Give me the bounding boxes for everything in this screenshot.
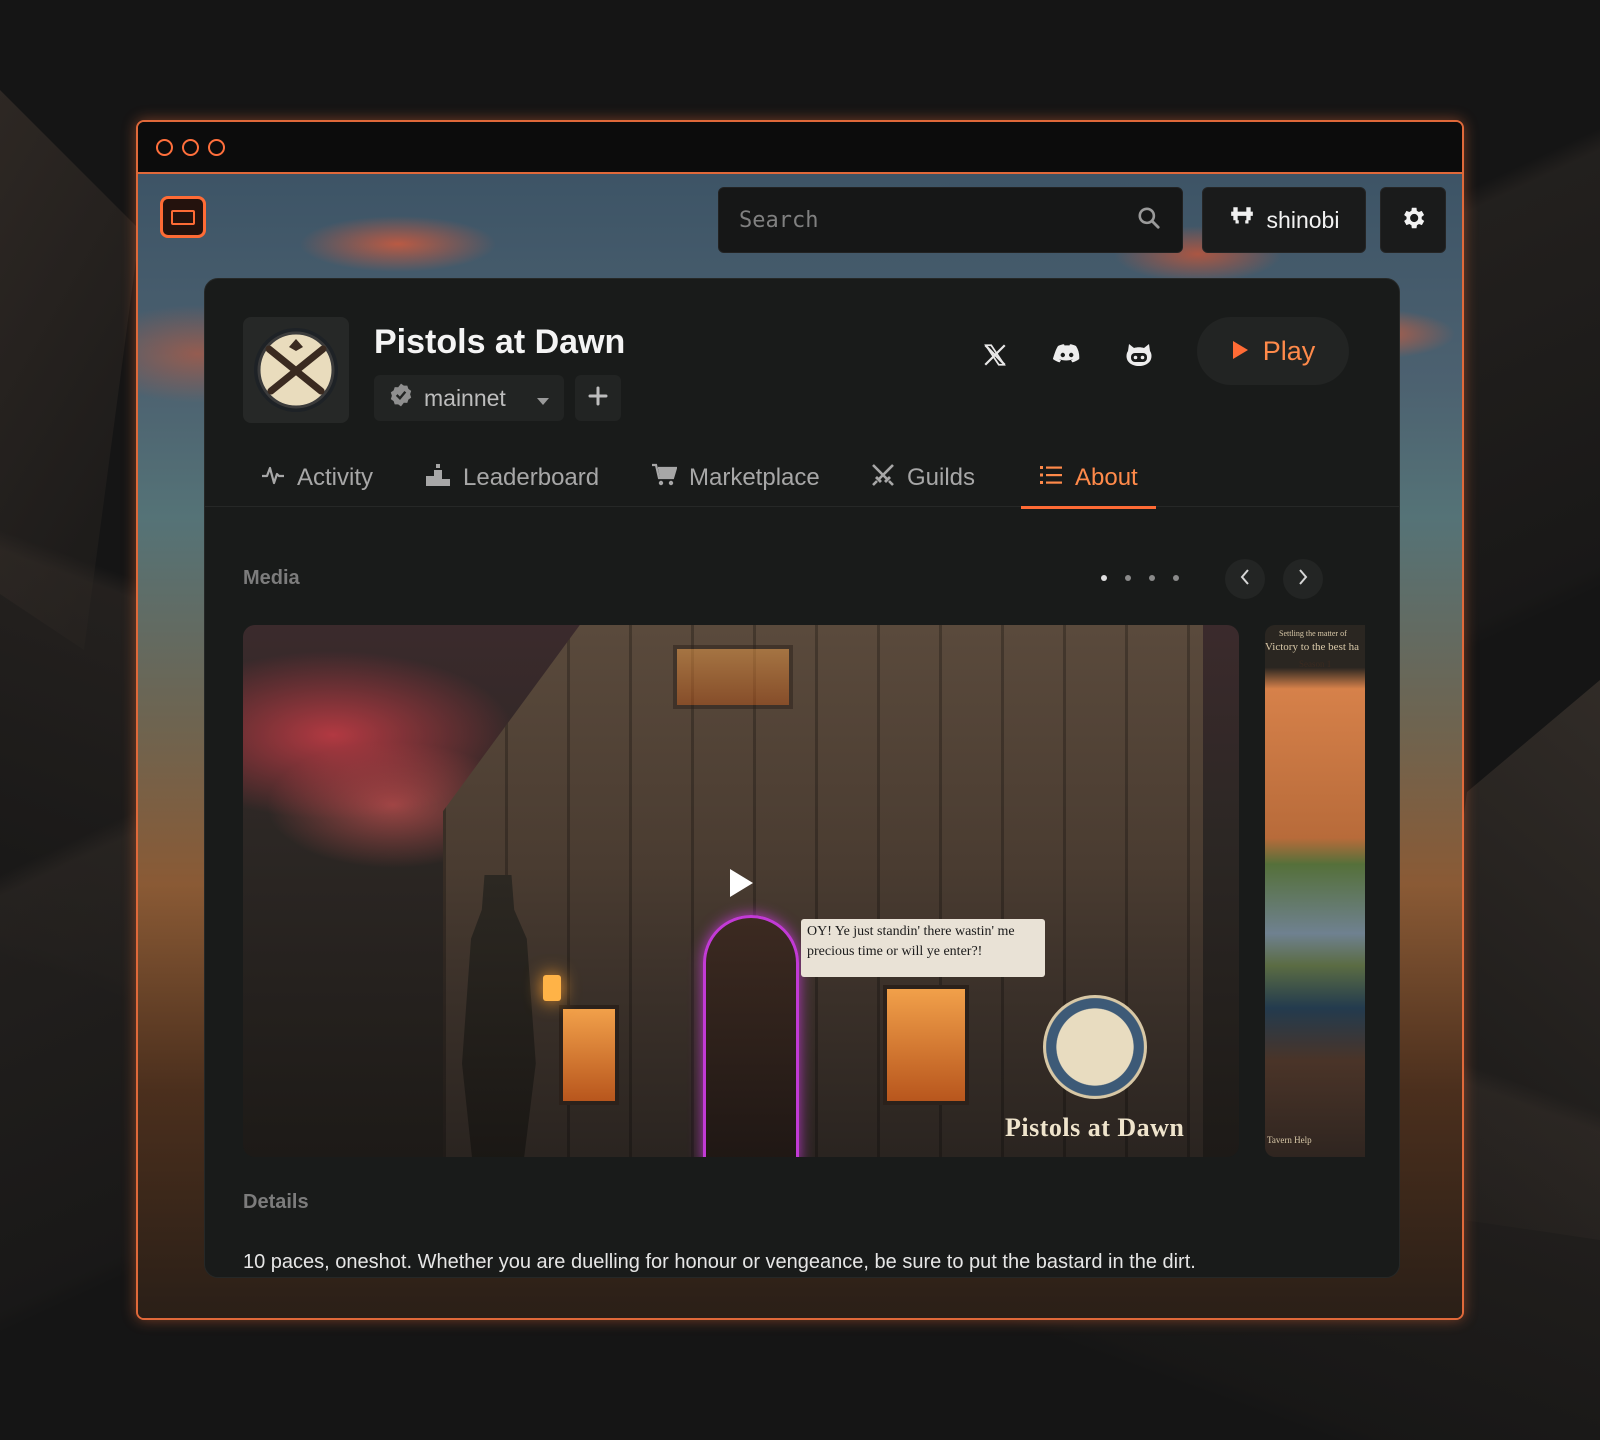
app-window: shinobi Pistols at Dawn: [136, 120, 1464, 1320]
tab-leaderboard[interactable]: Leaderboard: [425, 449, 599, 507]
search-bar: [718, 187, 1183, 253]
chevron-down-icon: [536, 385, 550, 412]
play-button[interactable]: Play: [1197, 317, 1349, 385]
controller-icon: [1229, 204, 1255, 236]
tavern-window: [673, 645, 793, 709]
tab-label: Leaderboard: [463, 464, 600, 491]
thumb-caption: Victory to the best ha: [1265, 641, 1360, 653]
crossed-swords-icon: [871, 463, 895, 494]
x-icon[interactable]: [971, 331, 1019, 379]
details-description: 10 paces, oneshot. Whether you are duell…: [243, 1251, 1196, 1273]
carousel-dot[interactable]: [1149, 575, 1155, 581]
carousel-dot[interactable]: [1101, 575, 1107, 581]
play-triangle-icon: [1231, 336, 1249, 367]
game-icon: [243, 317, 349, 423]
media-video-preview[interactable]: OY! Ye just standin' there wastin' me pr…: [243, 625, 1239, 1157]
chevron-right-icon: [1297, 568, 1309, 591]
search-input[interactable]: [739, 207, 1136, 233]
details-section-label: Details: [243, 1191, 309, 1213]
tab-label: Activity: [297, 464, 374, 491]
chevron-left-icon: [1239, 568, 1251, 591]
thumb-caption: Settling the matter of: [1279, 629, 1347, 638]
carousel-prev-button[interactable]: [1225, 559, 1265, 599]
add-network-button[interactable]: [575, 375, 621, 421]
tab-activity[interactable]: Activity: [261, 449, 373, 507]
list-icon: [1039, 464, 1063, 493]
carousel-pagination: [1101, 575, 1179, 581]
speech-bubble: OY! Ye just standin' there wastin' me pr…: [801, 919, 1045, 977]
network-label: mainnet: [424, 384, 506, 411]
network-select[interactable]: mainnet: [374, 375, 564, 421]
window-minimize-button[interactable]: [182, 138, 199, 156]
verified-badge-icon: [388, 382, 414, 414]
lantern: [543, 975, 561, 1001]
media-section-label: Media: [243, 567, 300, 589]
tab-bar: Activity Leaderboard Marketplace Guilds …: [205, 449, 1399, 509]
tab-label: Guilds: [907, 464, 976, 491]
tab-label: Marketplace: [689, 464, 820, 491]
tavern-window: [883, 985, 969, 1105]
thumb-caption: Season 1: [1299, 659, 1332, 669]
game-emblem-logo: [1043, 995, 1147, 1099]
gear-icon: [1399, 204, 1427, 237]
tab-marketplace[interactable]: Marketplace: [651, 449, 820, 507]
carousel-dot[interactable]: [1125, 575, 1131, 581]
window-maximize-button[interactable]: [208, 138, 225, 156]
discord-icon[interactable]: [1043, 331, 1091, 379]
tab-about[interactable]: About: [1021, 449, 1156, 509]
app-background-scene: shinobi Pistols at Dawn: [138, 174, 1462, 1318]
user-account-button[interactable]: shinobi: [1202, 187, 1366, 253]
activity-icon: [261, 464, 285, 493]
podium-icon: [425, 463, 451, 493]
brand-watermark: Pistols at Dawn: [1005, 1113, 1185, 1142]
media-thumbnail-next[interactable]: Settling the matter of Victory to the be…: [1265, 625, 1365, 1157]
username-label: shinobi: [1266, 206, 1340, 233]
tab-guilds[interactable]: Guilds: [871, 449, 975, 507]
search-icon[interactable]: [1136, 205, 1162, 236]
carousel-next-button[interactable]: [1283, 559, 1323, 599]
game-detail-panel: Pistols at Dawn mainnet Play Activity Le…: [204, 278, 1400, 1278]
app-logo-icon[interactable]: [160, 196, 206, 238]
settings-button[interactable]: [1380, 187, 1446, 253]
tavern-window: [559, 1005, 619, 1105]
github-icon[interactable]: [1115, 331, 1163, 379]
tab-label: About: [1075, 464, 1138, 491]
tavern-door: [703, 915, 799, 1157]
cart-icon: [651, 463, 678, 494]
play-label: Play: [1262, 335, 1316, 366]
title-bar: [138, 122, 1462, 174]
game-title: Pistols at Dawn: [374, 323, 626, 361]
thumb-footer: Tavern Help: [1267, 1135, 1312, 1145]
window-close-button[interactable]: [156, 138, 173, 156]
video-play-icon[interactable]: [719, 861, 763, 905]
carousel-dot[interactable]: [1173, 575, 1179, 581]
plus-icon: [588, 386, 608, 411]
